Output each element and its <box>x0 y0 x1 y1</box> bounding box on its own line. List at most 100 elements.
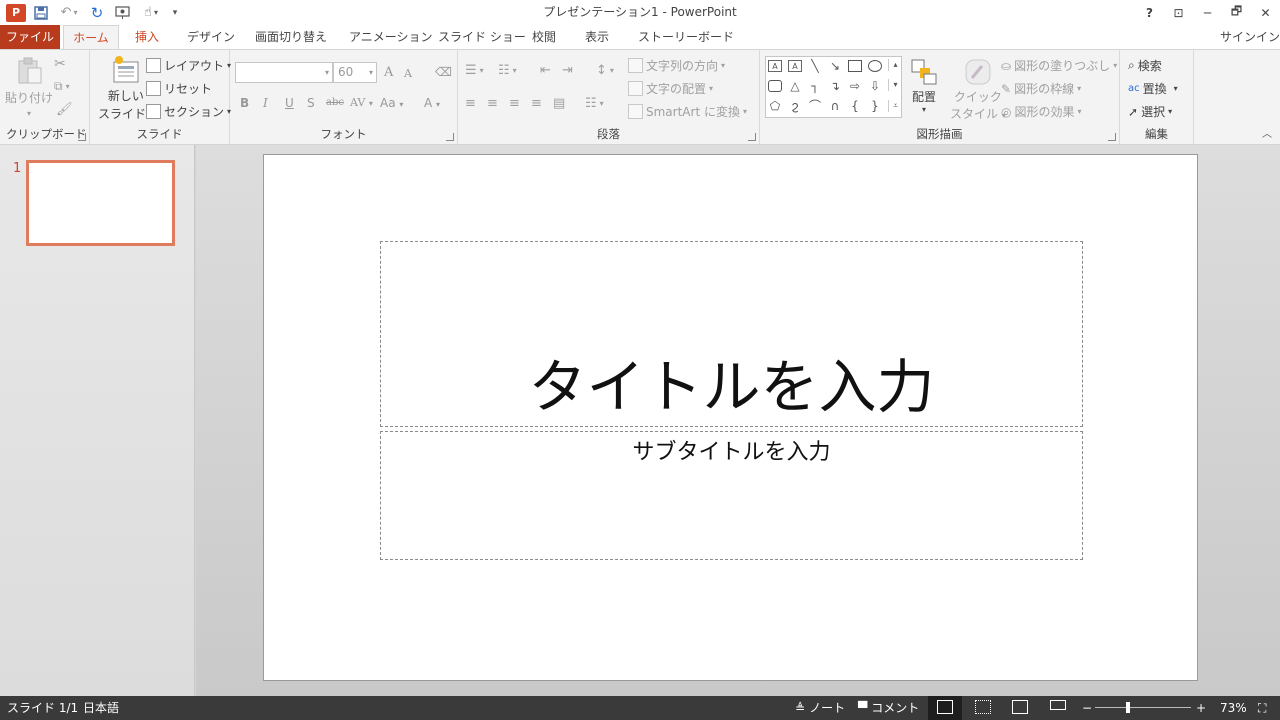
elbow-arrow-shape-icon[interactable]: ↴ <box>828 80 842 92</box>
cut-icon[interactable]: ✂ <box>54 56 66 72</box>
left-brace-shape-icon[interactable]: { <box>848 100 862 112</box>
curve-shape-icon[interactable]: ∩ <box>828 100 842 112</box>
tab-home[interactable]: ホーム <box>63 25 119 50</box>
distributed-button[interactable]: ▤ <box>553 96 565 111</box>
arrange-button[interactable]: 配置 ▾ <box>910 58 938 114</box>
shadow-button[interactable]: S <box>307 96 315 110</box>
columns-button[interactable]: ☷ ▾ <box>585 96 604 111</box>
oval-shape-icon[interactable] <box>868 60 882 72</box>
slide-counter[interactable]: スライド 1/1 <box>7 696 78 720</box>
tab-review[interactable]: 校閲 <box>532 25 556 49</box>
tab-slideshow[interactable]: スライド ショー <box>438 25 526 49</box>
smartart-button[interactable]: SmartArt に変換 ▾ <box>628 103 747 120</box>
vertical-textbox-shape-icon[interactable]: A <box>788 60 802 72</box>
increase-indent-button[interactable]: ⇥ <box>562 63 573 78</box>
underline-button[interactable]: U <box>285 96 294 110</box>
comments-button[interactable]: ▀ コメント <box>858 696 919 720</box>
line-spacing-button[interactable]: ↕ ▾ <box>596 63 614 78</box>
zoom-slider-thumb[interactable] <box>1126 702 1130 713</box>
font-color-button[interactable]: A ▾ <box>424 96 440 110</box>
replace-button[interactable]: ac 置換 ▾ <box>1128 80 1178 97</box>
signin-link[interactable]: サインイン <box>1220 25 1280 49</box>
drawing-launcher-icon[interactable] <box>1108 133 1116 141</box>
find-button[interactable]: ⌕ 検索 <box>1128 57 1162 74</box>
align-text-button[interactable]: 文字の配置 ▾ <box>628 80 713 97</box>
zoom-out-button[interactable]: − <box>1082 696 1092 720</box>
shrink-font-icon[interactable]: A <box>404 67 412 80</box>
gallery-more-icon[interactable]: ⩡ <box>888 100 902 112</box>
decrease-indent-button[interactable]: ⇤ <box>540 63 551 78</box>
align-right-button[interactable]: ≡ <box>509 96 520 111</box>
line-shape-icon[interactable]: ╲ <box>808 60 822 72</box>
customize-qat-icon[interactable]: ▾ <box>168 2 182 24</box>
restore-icon[interactable]: 🗗 <box>1222 0 1251 25</box>
reset-button[interactable]: リセット <box>146 80 212 97</box>
scribble-shape-icon[interactable]: ϩ <box>788 100 802 112</box>
tab-design[interactable]: デザイン <box>187 25 235 49</box>
powerpoint-logo-icon[interactable]: P <box>6 3 26 22</box>
character-spacing-button[interactable]: AV ▾ <box>350 96 373 109</box>
zoom-level[interactable]: 73% <box>1220 696 1247 720</box>
tab-animations[interactable]: アニメーション <box>349 25 433 49</box>
tab-file[interactable]: ファイル <box>0 25 60 49</box>
minimize-icon[interactable]: ─ <box>1193 0 1222 25</box>
paste-button[interactable]: 貼り付け ▾ <box>5 56 53 118</box>
tab-transitions[interactable]: 画面切り替え <box>255 25 327 49</box>
help-icon[interactable]: ? <box>1135 0 1164 25</box>
layout-button[interactable]: レイアウト ▾ <box>146 57 231 74</box>
tab-insert[interactable]: 挿入 <box>135 25 159 49</box>
section-button[interactable]: セクション ▾ <box>146 103 231 120</box>
quick-styles-button[interactable]: クイック スタイル ▾ <box>950 58 1006 122</box>
shapes-gallery[interactable]: A A ╲ ↘ △ ┐ ↴ ⇨ ⇩ ⬠ ϩ ⌒ ∩ { } ▴ ▾ ⩡ <box>765 56 902 118</box>
notes-button[interactable]: ≜ ノート <box>795 696 845 720</box>
redo-icon[interactable]: ↻ <box>86 2 108 24</box>
tab-storyboard[interactable]: ストーリーボード <box>638 25 734 49</box>
gallery-scroll-up-icon[interactable]: ▴ <box>888 59 902 71</box>
font-size-combo[interactable]: 60 ▾ <box>333 62 377 83</box>
slide-sorter-icon[interactable] <box>975 700 991 714</box>
zoom-in-button[interactable]: + <box>1196 696 1206 720</box>
zoom-slider[interactable] <box>1095 707 1191 708</box>
ribbon-display-options-icon[interactable]: ⊡ <box>1164 0 1193 25</box>
collapse-ribbon-icon[interactable]: ︿ <box>1262 125 1272 140</box>
strikethrough-button[interactable]: abc <box>326 97 344 108</box>
reading-view-icon[interactable] <box>1012 700 1028 714</box>
change-case-button[interactable]: Aa ▾ <box>380 96 403 110</box>
text-direction-button[interactable]: 文字列の方向 ▾ <box>628 57 725 74</box>
shape-fill-button[interactable]: ⛀ 図形の塗りつぶし ▾ <box>1001 57 1117 74</box>
undo-icon[interactable]: ↶ ▾ <box>56 2 82 24</box>
slide-thumbnail-pane[interactable]: 1 <box>0 145 195 696</box>
language-indicator[interactable]: 日本語 <box>83 696 119 720</box>
fit-slide-icon[interactable]: ⛶ <box>1258 696 1266 720</box>
title-placeholder[interactable]: タイトルを入力 <box>380 241 1083 427</box>
slide-thumbnail[interactable] <box>26 160 175 246</box>
right-brace-shape-icon[interactable]: } <box>868 100 882 112</box>
close-icon[interactable]: ✕ <box>1251 0 1280 25</box>
bullets-button[interactable]: ☰ ▾ <box>465 63 484 78</box>
tab-view[interactable]: 表示 <box>585 25 609 49</box>
font-launcher-icon[interactable] <box>446 133 454 141</box>
freeform-shape-icon[interactable]: ⬠ <box>768 100 782 112</box>
down-arrow-shape-icon[interactable]: ⇩ <box>868 80 882 92</box>
align-left-button[interactable]: ≡ <box>465 96 476 111</box>
rectangle-shape-icon[interactable] <box>848 60 862 72</box>
subtitle-placeholder[interactable]: サブタイトルを入力 <box>380 431 1083 560</box>
slideshow-view-icon[interactable] <box>1050 700 1066 710</box>
elbow-connector-shape-icon[interactable]: ┐ <box>808 80 822 92</box>
paragraph-launcher-icon[interactable] <box>748 133 756 141</box>
numbering-button[interactable]: ☷ ▾ <box>498 63 517 78</box>
format-painter-icon[interactable]: 🖌 <box>56 102 73 117</box>
arrow-line-shape-icon[interactable]: ↘ <box>828 60 842 72</box>
shape-effects-button[interactable]: ◎ 図形の効果 ▾ <box>1001 103 1082 120</box>
justify-button[interactable]: ≡ <box>531 96 542 111</box>
start-from-beginning-icon[interactable] <box>112 2 134 24</box>
shape-outline-button[interactable]: ✎ 図形の枠線 ▾ <box>1001 80 1081 97</box>
save-icon[interactable] <box>30 2 52 24</box>
copy-icon[interactable]: ⧉ ▾ <box>54 79 70 94</box>
font-name-combo[interactable]: ▾ <box>235 62 333 83</box>
arc-shape-icon[interactable]: ⌒ <box>808 100 822 112</box>
grow-font-icon[interactable]: A <box>384 65 393 80</box>
rounded-rectangle-shape-icon[interactable] <box>768 80 782 92</box>
select-button[interactable]: ➚ 選択 ▾ <box>1128 103 1172 120</box>
align-center-button[interactable]: ≡ <box>487 96 498 111</box>
